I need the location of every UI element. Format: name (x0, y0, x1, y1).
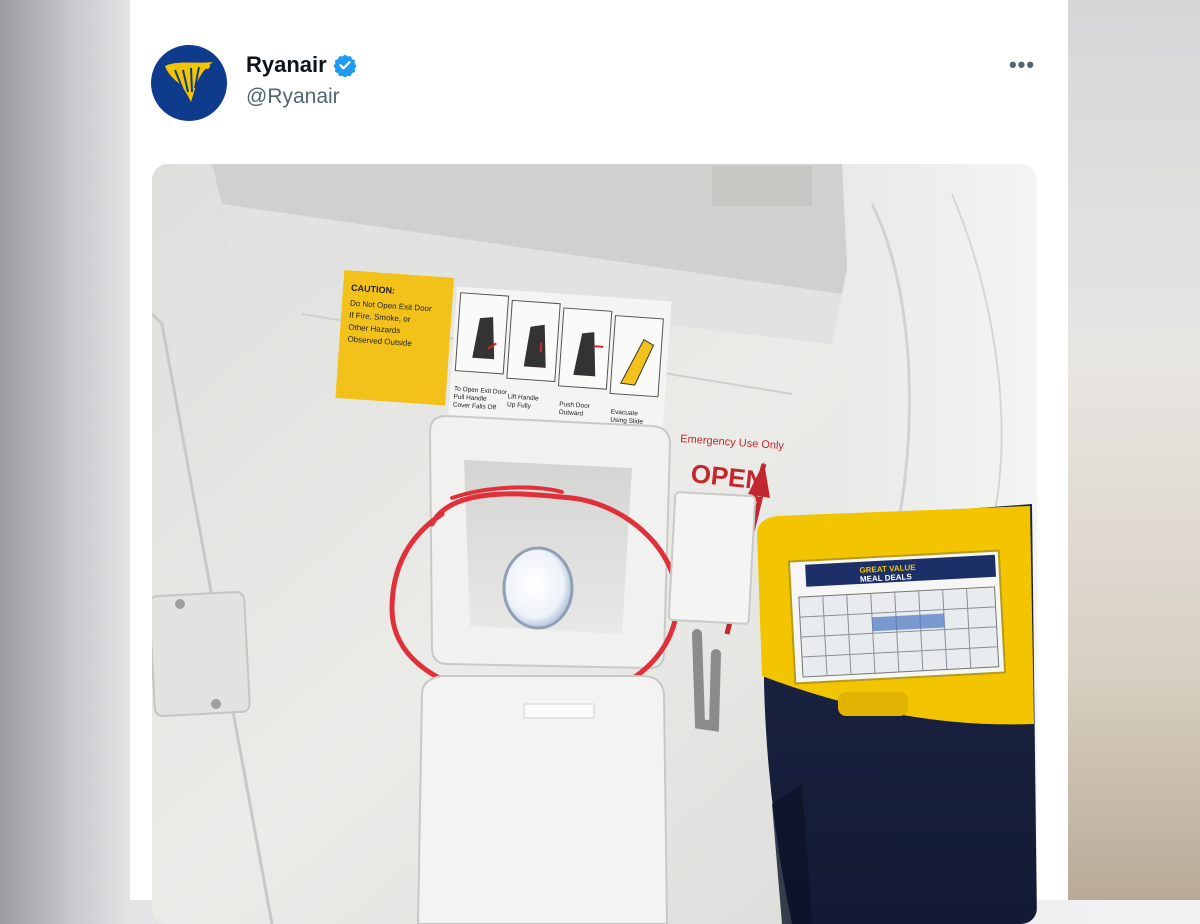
verified-badge-icon (333, 54, 357, 77)
post-card: Ryanair @Ryanair ••• CAUTION: Do Not Ope… (130, 0, 1068, 924)
avatar[interactable] (151, 45, 227, 121)
more-options-icon[interactable]: ••• (1004, 50, 1040, 80)
author-row: Ryanair (246, 52, 357, 78)
cabin-photo: CAUTION: Do Not Open Exit Door If Fire, … (152, 164, 1037, 924)
instruction-placard: To Open Exit Door Pull Handle Cover Fall… (447, 286, 672, 437)
hinge-plate (152, 591, 251, 718)
post-media[interactable]: CAUTION: Do Not Open Exit Door If Fire, … (152, 164, 1037, 924)
ryanair-harp-logo-icon (165, 62, 213, 102)
door-handle-cover (667, 491, 757, 625)
author-handle[interactable]: @Ryanair (246, 85, 340, 109)
author-name[interactable]: Ryanair (246, 52, 327, 78)
vent-grille (712, 166, 812, 206)
background-right (1068, 0, 1200, 900)
exit-door-window (502, 546, 574, 630)
